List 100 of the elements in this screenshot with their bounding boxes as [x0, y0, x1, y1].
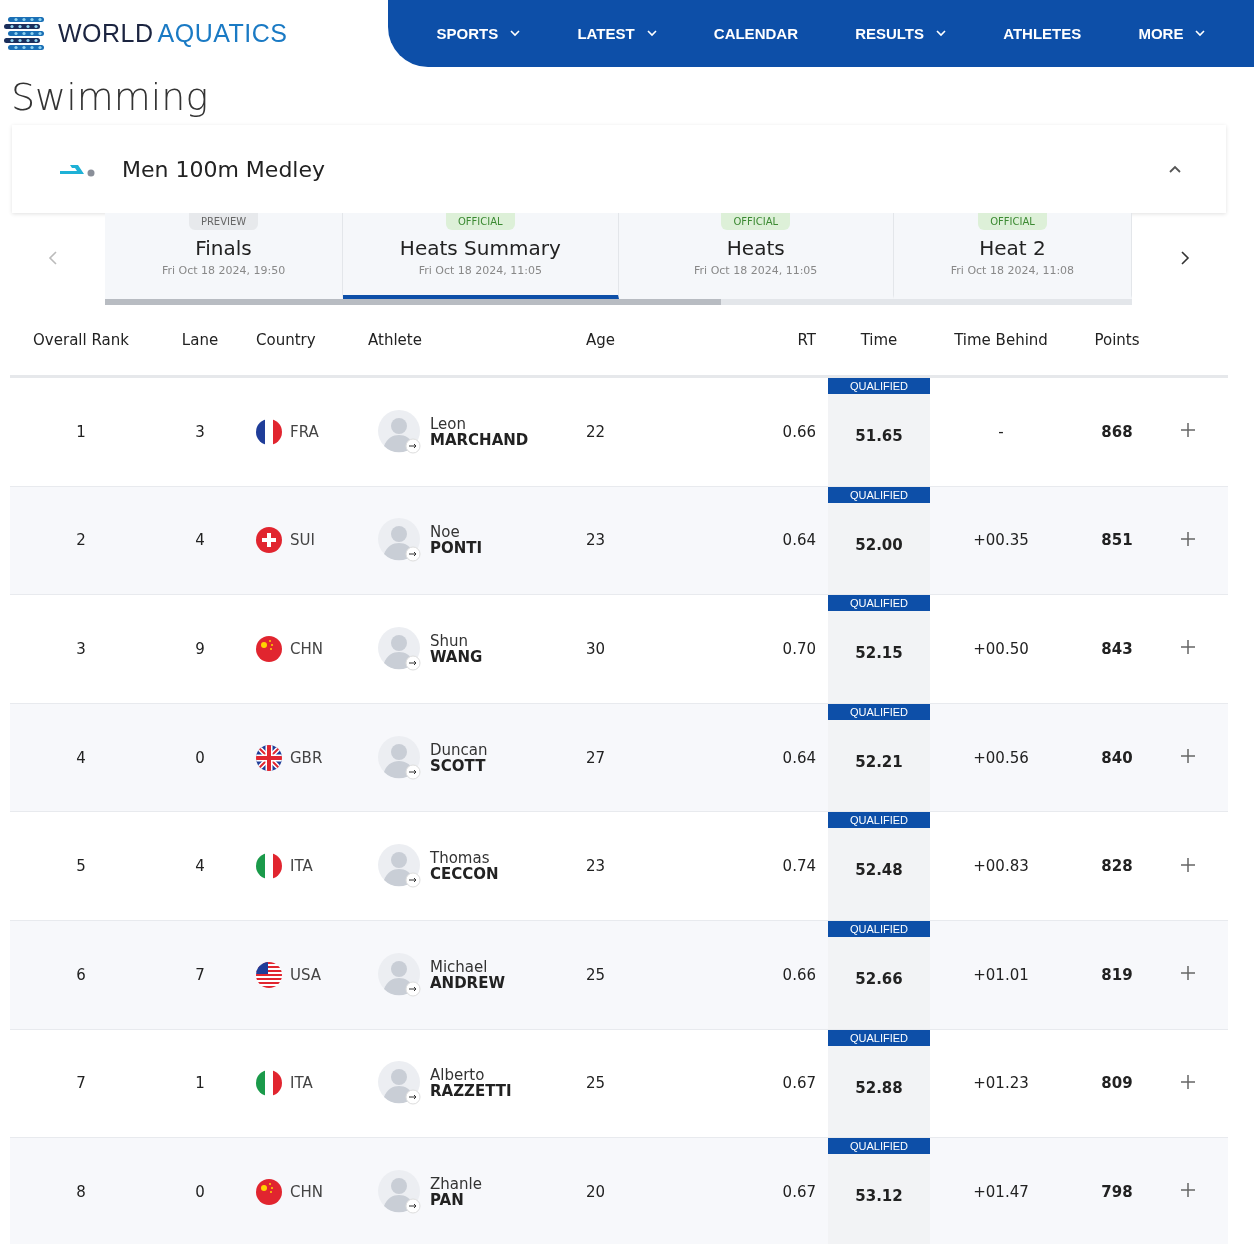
- table-cell-text: 0.67: [781, 1074, 817, 1093]
- time-value: 51.65: [855, 427, 903, 445]
- table-cell-text: 4: [194, 857, 206, 876]
- time-value: 52.00: [855, 535, 903, 554]
- athlete-name[interactable]: Alberto RAZZETTI: [430, 1067, 512, 1100]
- nav-item[interactable]: MORE: [1138, 25, 1206, 42]
- plus-icon: [1180, 1182, 1196, 1199]
- status-badge: OFFICIAL: [445, 213, 515, 230]
- table-cell-text: 25: [586, 1074, 607, 1093]
- country-code: GBR: [290, 748, 323, 767]
- table-cell-text: 25: [586, 965, 607, 984]
- flag-icon: [256, 1178, 282, 1205]
- table-cell-text: +00.50: [972, 640, 1030, 658]
- event-title: Men 100m Medley: [122, 156, 327, 182]
- table-cell-text: 7: [194, 965, 206, 984]
- country-code: ITA: [290, 1074, 313, 1093]
- nav-item[interactable]: LATEST: [577, 25, 657, 42]
- table-cell-text: 20: [586, 1182, 607, 1201]
- table-cell-text: +00.56: [972, 748, 1030, 767]
- time-value: 52.48: [855, 861, 903, 880]
- country-code: ITA: [290, 857, 313, 876]
- athlete-name[interactable]: Michael ANDREW: [430, 958, 505, 991]
- table-cell-text: 798: [1100, 1182, 1134, 1201]
- page-title: Swimming: [11, 75, 210, 119]
- plus-icon: [1180, 1073, 1196, 1090]
- logo-icon[interactable]: [4, 15, 46, 52]
- country-code: USA: [290, 965, 322, 984]
- table-cell-text: 22: [586, 422, 607, 441]
- status-badge: PREVIEW: [188, 213, 259, 230]
- table-cell-text: 0: [194, 1182, 206, 1201]
- column-header: Country: [255, 331, 317, 349]
- chevron-left-icon: [47, 250, 58, 266]
- chevron-down-icon: [646, 30, 657, 37]
- column-header: Time Behind: [953, 331, 1049, 349]
- table-cell-text: 7: [75, 1074, 87, 1093]
- column-header: RT: [796, 331, 817, 349]
- athlete-name[interactable]: Duncan SCOTT: [430, 741, 488, 774]
- qualified-badge: QUALIFIED: [828, 378, 930, 394]
- table-cell-text: 0.66: [781, 965, 817, 984]
- athlete-name[interactable]: Noe PONTI: [430, 524, 483, 557]
- country-code: SUI: [290, 531, 315, 550]
- chevron-up-icon: [1168, 164, 1182, 174]
- plus-icon: [1180, 530, 1196, 547]
- plus-icon: [1180, 422, 1196, 439]
- table-cell-text: -: [997, 422, 1005, 441]
- athlete-name[interactable]: Leon MARCHAND: [430, 415, 529, 448]
- status-badge: OFFICIAL: [978, 213, 1047, 230]
- athlete-name[interactable]: Zhanle PAN: [430, 1175, 482, 1208]
- athlete-name[interactable]: Thomas CECCON: [430, 850, 499, 883]
- nav-item[interactable]: RESULTS: [855, 25, 947, 42]
- column-header: Overall Rank: [32, 331, 130, 349]
- table-cell-text: 2: [75, 531, 87, 550]
- table-cell-text: 0.64: [781, 748, 817, 767]
- table-cell-text: 843: [1100, 640, 1134, 658]
- table-cell-text: +01.47: [972, 1182, 1030, 1201]
- chevron-down-icon: [510, 30, 521, 37]
- table-cell-text: 1: [194, 1074, 206, 1093]
- column-header: Time: [859, 331, 899, 349]
- table-cell-text: 809: [1100, 1074, 1134, 1093]
- table-cell-text: +00.83: [972, 857, 1030, 876]
- flag-icon: [256, 527, 282, 554]
- table-cell-text: 5: [75, 857, 87, 876]
- table-cell-text: 30: [586, 640, 607, 658]
- column-header: Athlete: [367, 331, 423, 349]
- table-cell-text: 6: [75, 965, 87, 984]
- table-cell-text: 27: [586, 748, 607, 767]
- qualified-badge: QUALIFIED: [828, 1138, 930, 1155]
- flag-icon: [256, 1070, 282, 1097]
- nav-item[interactable]: CALENDAR: [713, 25, 798, 42]
- table-cell-text: 3: [75, 640, 87, 658]
- brand-name[interactable]: WORLD AQUATICS: [58, 19, 288, 48]
- country-code: CHN: [290, 640, 323, 658]
- table-cell-text: +01.01: [972, 965, 1030, 984]
- column-header: Age: [586, 331, 616, 349]
- table-cell-text: 0.66: [781, 422, 817, 441]
- table-cell-text: 0.67: [781, 1182, 817, 1201]
- country-code: FRA: [290, 422, 319, 441]
- table-cell-text: 819: [1100, 965, 1134, 984]
- athlete-name[interactable]: Shun WANG: [430, 633, 483, 665]
- time-value: 52.15: [855, 644, 903, 663]
- plus-icon: [1180, 856, 1196, 873]
- table-cell-text: 8: [75, 1182, 87, 1201]
- plus-icon: [1180, 965, 1196, 982]
- flag-icon: [256, 853, 282, 880]
- chevron-down-icon: [1195, 30, 1206, 37]
- nav-item[interactable]: ATHLETES: [1003, 25, 1082, 42]
- time-value: 53.12: [855, 1187, 903, 1206]
- column-header: Points: [1093, 331, 1141, 349]
- flag-icon: [256, 636, 282, 662]
- table-cell-text: 4: [75, 748, 87, 767]
- table-cell-text: 0.74: [781, 857, 817, 876]
- table-cell-text: 4: [194, 531, 206, 550]
- table-cell-text: 868: [1100, 422, 1134, 441]
- table-cell-text: 828: [1100, 857, 1134, 876]
- nav-item[interactable]: SPORTS: [436, 25, 521, 42]
- table-cell-text: 840: [1100, 748, 1134, 767]
- time-value: 52.66: [855, 969, 903, 988]
- table-cell-text: 23: [586, 857, 607, 876]
- plus-icon: [1180, 748, 1196, 765]
- table-cell-text: 9: [194, 640, 206, 658]
